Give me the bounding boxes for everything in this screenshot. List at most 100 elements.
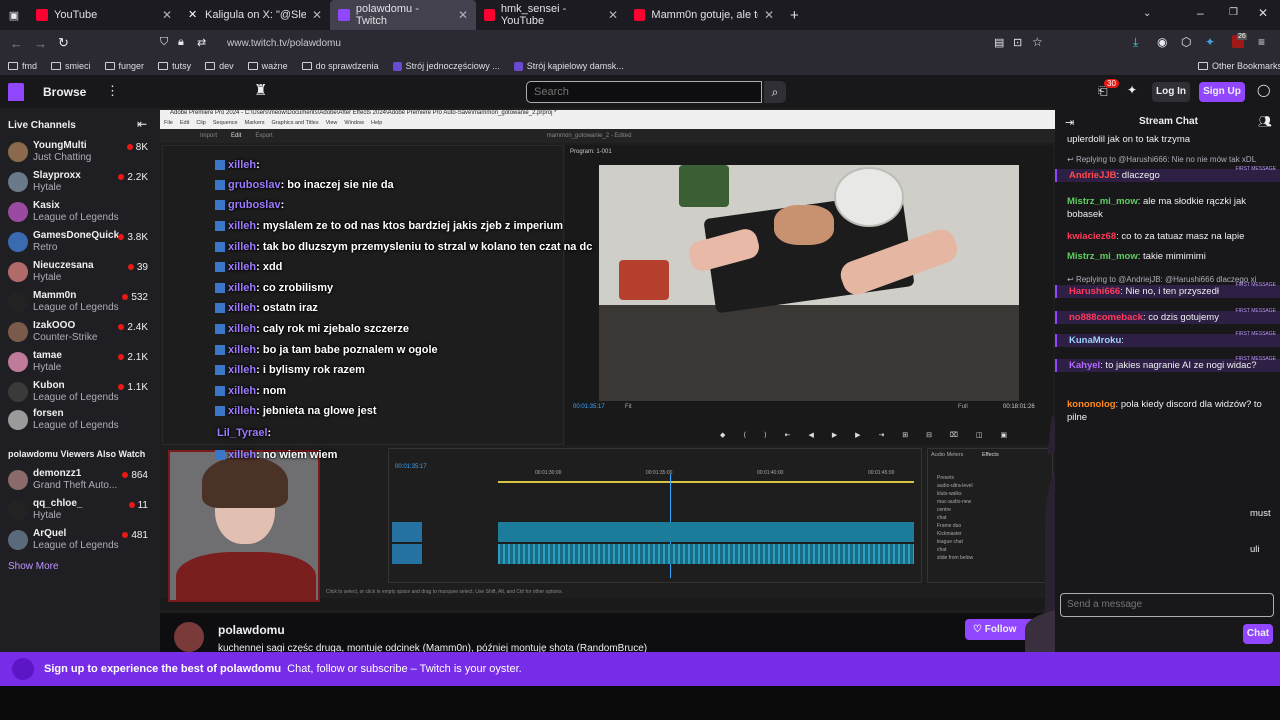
forward-arrow-icon[interactable]: → bbox=[34, 36, 47, 51]
browser-tab[interactable]: Mamm0n gotuje, ale to Konon ✕ bbox=[626, 0, 782, 30]
menu-item[interactable]: Clip bbox=[196, 120, 205, 129]
extensions-icon[interactable]: ⬡ bbox=[1181, 35, 1191, 49]
search-box[interactable] bbox=[526, 81, 762, 103]
chat-users-icon[interactable]: 👥︎ bbox=[1258, 115, 1272, 128]
recommended-channel[interactable]: demonzz1 Grand Theft Auto... 864 bbox=[8, 466, 156, 496]
sidebar-channel[interactable]: GamesDoneQuick Retro 3.8K bbox=[8, 228, 156, 258]
preset-item[interactable]: Kickmaster bbox=[937, 530, 973, 538]
maximize-window-icon[interactable]: ❐ bbox=[1229, 7, 1238, 18]
close-tab-icon[interactable]: ✕ bbox=[312, 8, 322, 22]
menu-item[interactable]: Window bbox=[344, 120, 364, 129]
bookmark-item[interactable]: do sprawdzenia bbox=[301, 61, 379, 71]
show-more-link[interactable]: Show More bbox=[8, 561, 59, 572]
preset-item[interactable]: mac-audio-new bbox=[937, 498, 973, 506]
bookmark-item[interactable]: ważne bbox=[247, 61, 288, 71]
bookmark-star-icon[interactable]: ☆ bbox=[1032, 35, 1043, 49]
collapse-sidebar-icon[interactable]: ⇤ bbox=[137, 117, 147, 131]
site-permissions-icon[interactable]: ⇄ bbox=[197, 36, 206, 49]
preset-item[interactable]: slide from below bbox=[937, 554, 973, 562]
effects-tab[interactable]: Effects bbox=[982, 452, 999, 458]
preset-item[interactable]: centre bbox=[937, 506, 973, 514]
menu-item[interactable]: File bbox=[164, 120, 173, 129]
menu-item[interactable]: Graphics and Titles bbox=[272, 120, 319, 129]
sidebar-channel[interactable]: Slayproxx Hytale 2.2K bbox=[8, 168, 156, 198]
user-menu-icon[interactable]: ◯ bbox=[1257, 83, 1270, 97]
video-player[interactable]: Adobe Premiere Pro 2024 - C:\Users\meow\… bbox=[160, 108, 1055, 613]
prime-crown-icon[interactable]: ♜ bbox=[254, 81, 267, 99]
reload-icon[interactable]: ↻ bbox=[58, 35, 69, 51]
signup-banner[interactable]: Sign up to experience the best of polawd… bbox=[0, 652, 1280, 686]
bookmark-item[interactable]: Strój kąpielowy damsk... bbox=[513, 61, 624, 71]
reader-view-icon[interactable]: ▤ bbox=[994, 36, 1004, 49]
fit-dropdown[interactable]: Fit bbox=[625, 404, 632, 410]
channel-name[interactable]: polawdomu bbox=[218, 623, 285, 637]
sidebar-channel[interactable]: tamae Hytale 2.1K bbox=[8, 348, 156, 378]
close-tab-icon[interactable]: ✕ bbox=[162, 8, 172, 22]
audio-clip-track[interactable] bbox=[498, 544, 914, 564]
other-bookmarks[interactable]: Other Bookmarks bbox=[1198, 61, 1280, 71]
workspace-tab[interactable]: Edit bbox=[231, 133, 241, 139]
audio-meters-tab[interactable]: Audio Meters bbox=[931, 452, 963, 458]
bookmark-item[interactable]: fmd bbox=[8, 61, 37, 71]
preset-item[interactable]: league chat bbox=[937, 538, 973, 546]
preset-item[interactable]: audio-ultra-level bbox=[937, 482, 973, 490]
workspace-tab[interactable]: Import bbox=[200, 133, 217, 139]
sidebar-channel[interactable]: forsen League of Legends bbox=[8, 406, 156, 436]
shield-icon[interactable]: ⛉ bbox=[160, 36, 168, 49]
browser-tab[interactable]: hmk_sensei - YouTube ✕ bbox=[476, 0, 626, 30]
extension-icon[interactable]: ✦ bbox=[1205, 35, 1215, 49]
bookmark-item[interactable]: funger bbox=[104, 61, 144, 71]
tab-overflow-icon[interactable]: ⌄ bbox=[1143, 8, 1151, 19]
preset-item[interactable]: Frame duo bbox=[937, 522, 973, 530]
chat-username[interactable]: AndrieJJB bbox=[1069, 170, 1117, 181]
url-bar[interactable]: www.twitch.tv/polawdomu bbox=[227, 38, 341, 49]
sidebar-channel[interactable]: Mamm0n League of Legends 532 bbox=[8, 288, 156, 318]
browser-tab[interactable]: ✕ Kaligula on X: "@SledziuStream ✕ bbox=[180, 0, 330, 30]
preset-item[interactable]: chat bbox=[937, 546, 973, 554]
close-tab-icon[interactable]: ✕ bbox=[764, 8, 774, 22]
collapse-chat-icon[interactable]: ⇥ bbox=[1065, 116, 1074, 129]
search-input[interactable] bbox=[527, 82, 757, 102]
bookmark-item[interactable]: smieci bbox=[51, 61, 91, 71]
bookmark-item[interactable]: Strój jednoczęściowy ... bbox=[392, 61, 500, 71]
preset-item[interactable]: kluts-walks bbox=[937, 490, 973, 498]
login-button[interactable]: Log In bbox=[1152, 82, 1190, 102]
chat-input[interactable] bbox=[1061, 594, 1261, 615]
sidebar-channel[interactable]: IzakOOO Counter-Strike 2.4K bbox=[8, 318, 156, 348]
chat-username[interactable]: Kahyel bbox=[1069, 360, 1100, 371]
chat-input-box[interactable] bbox=[1060, 593, 1274, 617]
transport-controls[interactable]: ◆ ⟨ ⟩ ⇤ ◀ ▶ ▶ ⇥ ⊞ ⊟ ⌧ ◫ ▣ bbox=[720, 431, 1015, 439]
workspace-tab[interactable]: Export bbox=[255, 133, 272, 139]
chat-username[interactable]: Mistrz_mi_mow bbox=[1067, 251, 1138, 262]
sidebar-channel[interactable]: Nieuczesana Hytale 39 bbox=[8, 258, 156, 288]
twitch-logo-icon[interactable] bbox=[8, 83, 24, 101]
menu-item[interactable]: View bbox=[326, 120, 338, 129]
sidebar-channel[interactable]: YoungMulti Just Chatting 8K bbox=[8, 138, 156, 168]
bookmark-item[interactable]: tutsy bbox=[158, 61, 191, 71]
close-tab-icon[interactable]: ✕ bbox=[608, 8, 618, 22]
menu-hamburger-icon[interactable]: ≡ bbox=[1258, 35, 1265, 49]
chat-username[interactable]: Harushi666 bbox=[1069, 286, 1120, 297]
new-tab-button[interactable]: + bbox=[790, 7, 799, 24]
downloads-icon[interactable]: ⤓ bbox=[1133, 35, 1138, 50]
bookmark-item[interactable]: dev bbox=[205, 61, 234, 71]
menu-item[interactable]: Help bbox=[371, 120, 382, 129]
preset-item[interactable]: chat bbox=[937, 514, 973, 522]
sidebar-channel[interactable]: Kasix League of Legends bbox=[8, 198, 156, 228]
tab-list-icon[interactable]: ▣ bbox=[0, 0, 28, 30]
lock-icon[interactable]: 🔒︎ bbox=[178, 36, 184, 49]
chat-username[interactable]: kwiaciez68 bbox=[1067, 231, 1116, 242]
signup-button[interactable]: Sign Up bbox=[1199, 82, 1245, 102]
video-clip-track[interactable] bbox=[498, 522, 914, 542]
chat-username[interactable]: KunaMroku bbox=[1069, 335, 1121, 346]
menu-item[interactable]: Markers bbox=[245, 120, 265, 129]
minimize-window-icon[interactable]: – bbox=[1197, 6, 1204, 20]
recommended-channel[interactable]: qq_chloe_ Hytale 11 bbox=[8, 496, 156, 526]
more-menu-icon[interactable]: ⋮ bbox=[106, 83, 119, 99]
chat-username[interactable]: kononolog bbox=[1067, 399, 1116, 410]
close-window-icon[interactable]: ✕ bbox=[1258, 6, 1268, 20]
search-button[interactable]: ⌕ bbox=[764, 81, 786, 103]
full-dropdown[interactable]: Full bbox=[958, 404, 968, 410]
channel-avatar[interactable] bbox=[174, 622, 204, 652]
preset-item[interactable]: Presets bbox=[937, 474, 973, 482]
